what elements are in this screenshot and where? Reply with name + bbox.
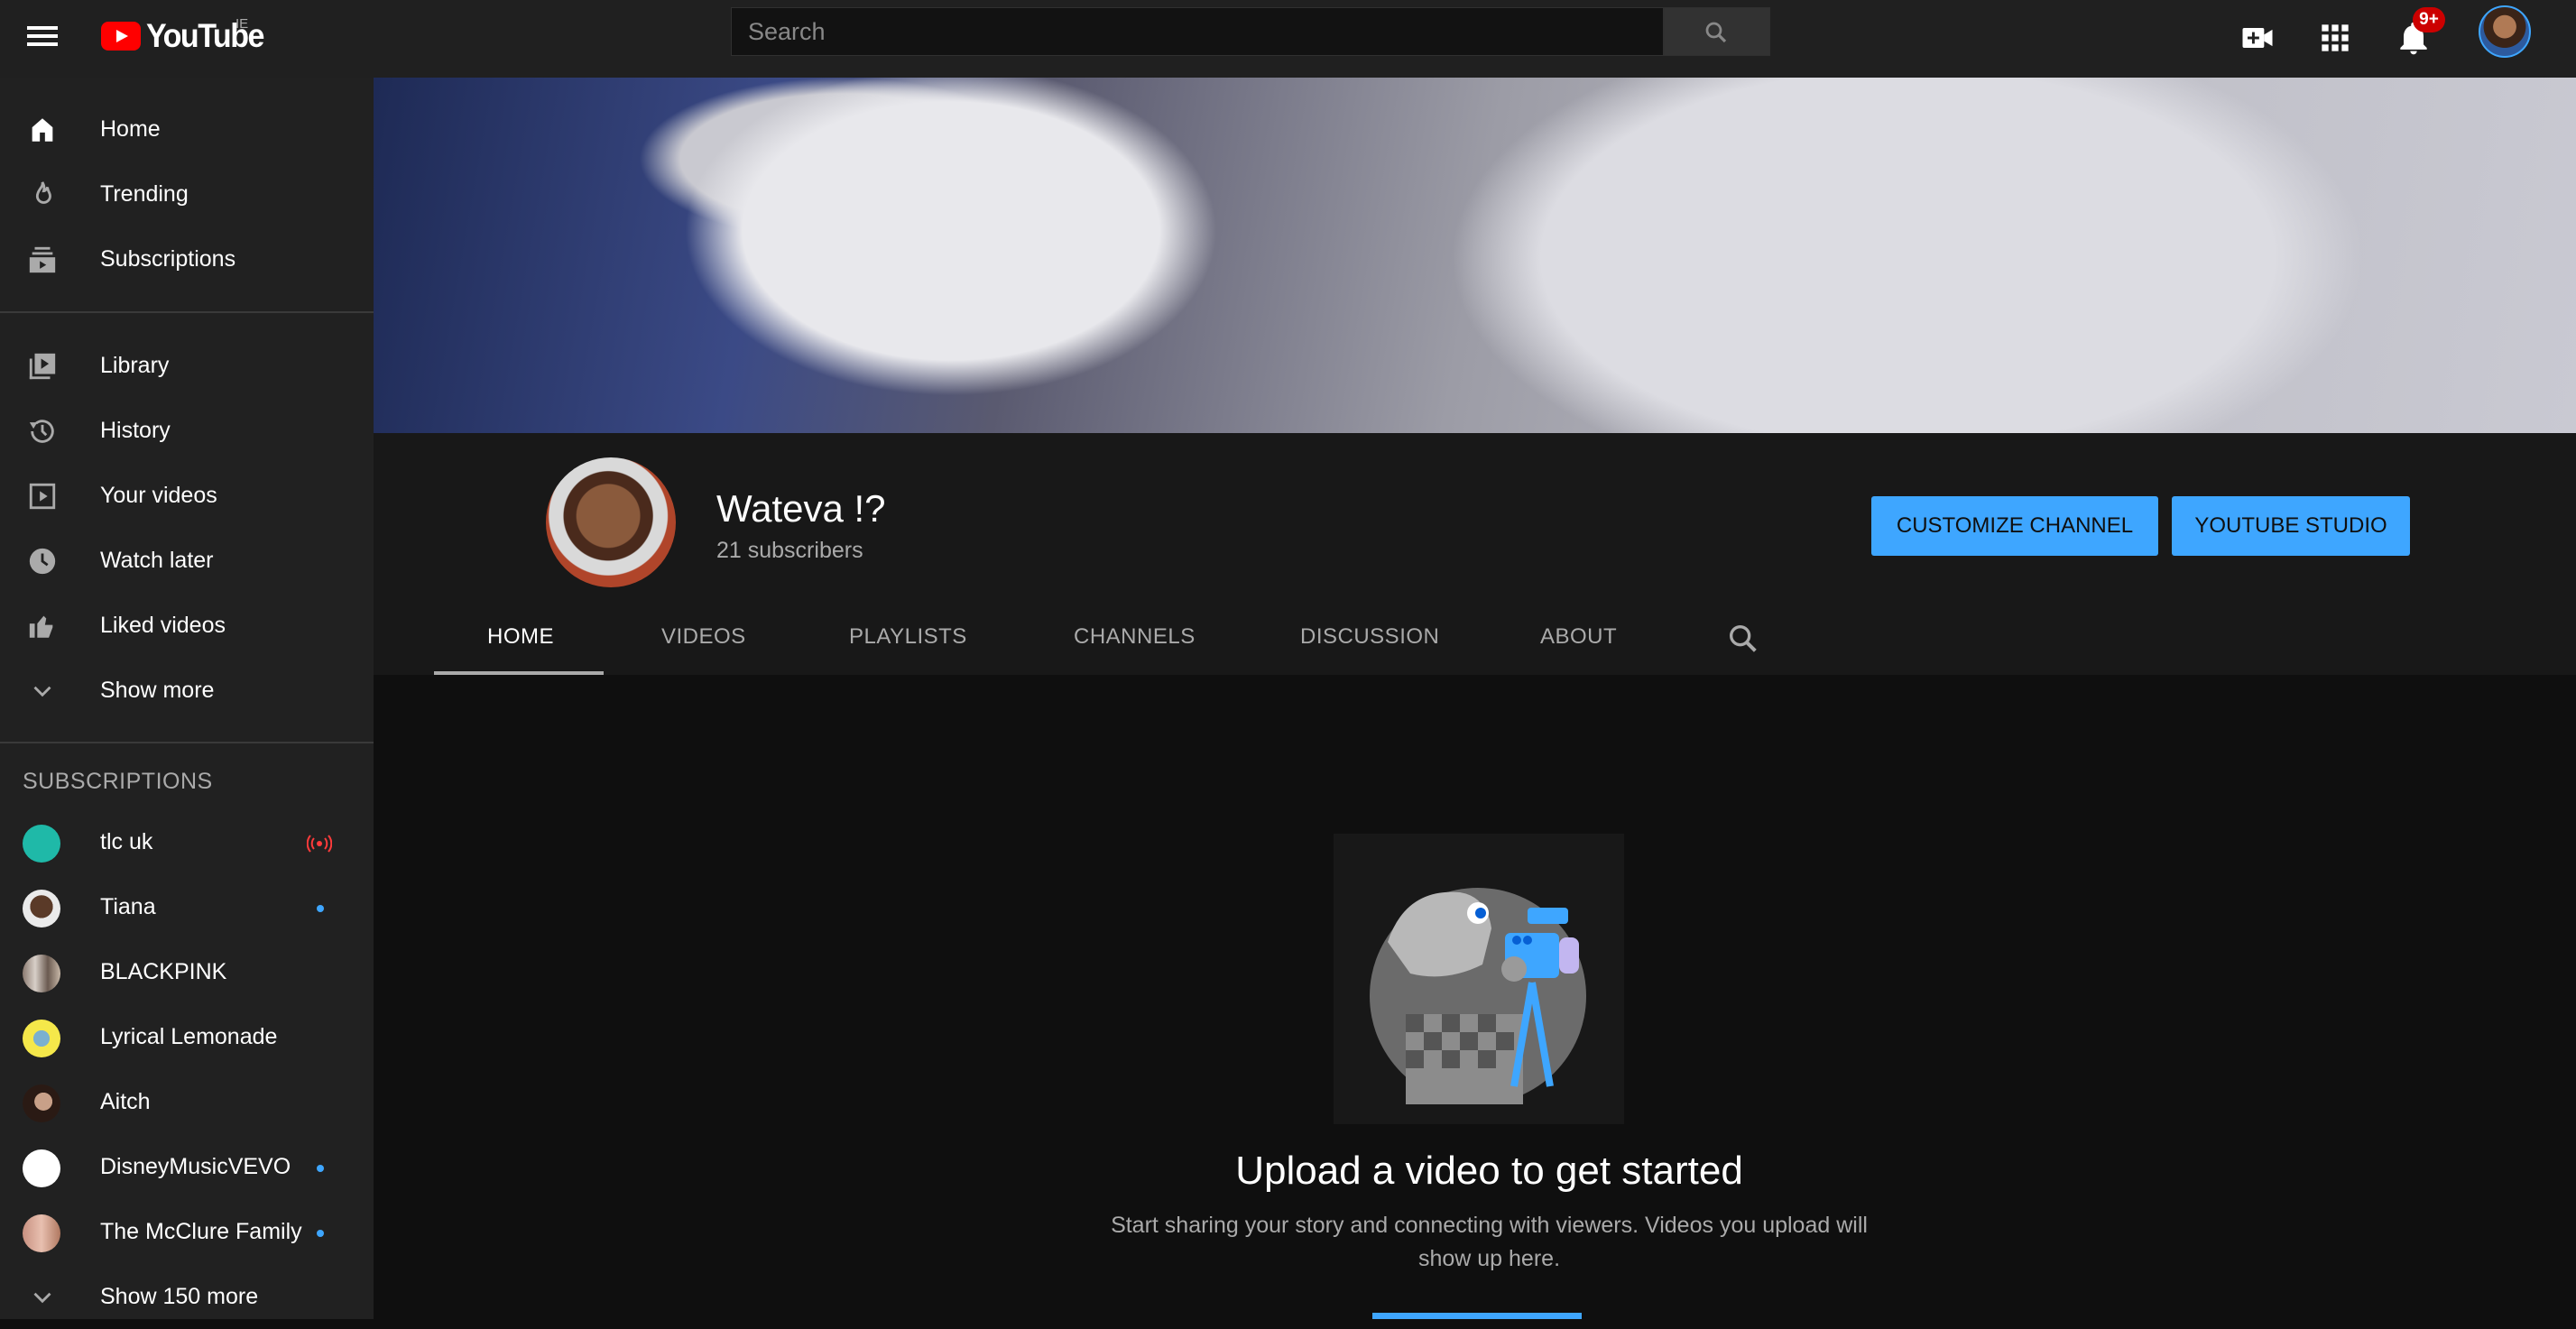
sidebar-item-your-videos[interactable]: Your videos [0, 463, 374, 528]
upload-video-button[interactable] [1372, 1313, 1582, 1319]
sidebar-item-home[interactable]: Home [0, 97, 374, 162]
youtube-logo[interactable]: YouTube IE [101, 16, 264, 54]
library-icon [29, 353, 56, 380]
sidebar-item-show-more[interactable]: Show more [0, 658, 374, 723]
sidebar-item-label: Trending [100, 181, 189, 207]
tab-home[interactable]: HOME [487, 624, 554, 650]
subscription-name: Lyrical Lemonade [100, 1024, 278, 1049]
top-bar: YouTube IE Search 9+ [0, 0, 2576, 78]
sidebar-divider [0, 742, 374, 743]
subscriptions-icon [29, 246, 56, 273]
channel-avatar [23, 890, 60, 928]
subscription-item[interactable]: Aitch [0, 1069, 374, 1134]
customize-channel-button[interactable]: CUSTOMIZE CHANNEL [1871, 496, 2158, 556]
account-avatar[interactable] [2479, 5, 2531, 58]
sidebar: Home Trending Subscriptions Library Hist… [0, 78, 374, 1319]
subscription-item[interactable]: tlc uk [0, 809, 374, 874]
tab-discussion[interactable]: DISCUSSION [1300, 624, 1439, 650]
channel-avatar [23, 1020, 60, 1057]
subscription-name: BLACKPINK [100, 959, 227, 984]
your-videos-icon [29, 483, 56, 510]
subscription-name: Aitch [100, 1089, 151, 1114]
clock-icon [29, 548, 56, 575]
thumbs-up-icon [29, 615, 53, 638]
channel-avatar [23, 955, 60, 992]
history-icon [29, 420, 54, 443]
country-code: IE [235, 16, 249, 32]
home-icon [32, 118, 53, 142]
empty-state-title: Upload a video to get started [0, 1149, 2576, 1194]
sidebar-item-trending[interactable]: Trending [0, 162, 374, 226]
active-tab-indicator [434, 671, 604, 675]
empty-state-description-text: Start sharing your story and connecting … [1111, 1213, 1868, 1271]
sidebar-item-liked-videos[interactable]: Liked videos [0, 593, 374, 658]
flame-icon [35, 181, 51, 204]
tab-about[interactable]: ABOUT [1540, 624, 1617, 650]
subscription-item[interactable]: Lyrical Lemonade [0, 1004, 374, 1069]
camera-operator-illustration [1370, 888, 1586, 1104]
menu-icon[interactable] [25, 22, 60, 56]
channel-name: Wateva !? [716, 487, 886, 530]
channel-avatar [546, 457, 676, 587]
sidebar-item-label: Library [100, 353, 170, 378]
notifications-badge: 9+ [2413, 7, 2445, 32]
sidebar-item-label: Watch later [100, 548, 214, 573]
search-icon [1705, 22, 1727, 43]
sidebar-item-label: Subscriptions [100, 246, 236, 272]
apps-icon[interactable] [2315, 18, 2355, 58]
sidebar-item-label: History [100, 418, 171, 443]
sidebar-item-label: Home [100, 116, 161, 142]
sidebar-item-label: Show 150 more [100, 1284, 259, 1309]
subscription-name: tlc uk [100, 829, 153, 854]
channel-banner [374, 78, 2576, 433]
sidebar-item-label: Liked videos [100, 613, 226, 638]
sidebar-item-subscriptions[interactable]: Subscriptions [0, 226, 374, 291]
chevron-down-icon [33, 686, 51, 697]
sidebar-item-history[interactable]: History [0, 398, 374, 463]
sidebar-divider [0, 311, 374, 313]
empty-state-illustration [1334, 834, 1624, 1124]
search-button[interactable] [1664, 7, 1770, 56]
sidebar-item-watch-later[interactable]: Watch later [0, 528, 374, 593]
youtube-play-icon [101, 22, 141, 51]
youtube-studio-button[interactable]: YOUTUBE STUDIO [2172, 496, 2410, 556]
tab-channels[interactable]: CHANNELS [1074, 624, 1196, 650]
tab-videos[interactable]: VIDEOS [661, 624, 746, 650]
subscriber-count: 21 subscribers [716, 538, 863, 563]
create-video-icon[interactable] [2238, 18, 2277, 58]
new-content-dot [317, 905, 324, 912]
sidebar-item-label: Your videos [100, 483, 217, 508]
channel-avatar [23, 825, 60, 863]
subscription-item[interactable]: Tiana [0, 874, 374, 939]
channel-search-icon[interactable] [1725, 621, 1761, 657]
empty-state-title-text: Upload a video to get started [1235, 1149, 1743, 1193]
sidebar-item-library[interactable]: Library [0, 333, 374, 398]
search-input[interactable]: Search [731, 7, 1664, 56]
subscription-item[interactable]: BLACKPINK [0, 939, 374, 1004]
live-icon [307, 835, 332, 853]
sidebar-item-label: Show more [100, 678, 215, 703]
channel-avatar [23, 1084, 60, 1122]
empty-state-description: Start sharing your story and connecting … [0, 1209, 2576, 1276]
subscription-name: Tiana [100, 894, 156, 919]
chevron-down-icon [33, 1292, 51, 1304]
subscriptions-heading: SUBSCRIPTIONS [23, 769, 213, 794]
tab-playlists[interactable]: PLAYLISTS [849, 624, 967, 650]
